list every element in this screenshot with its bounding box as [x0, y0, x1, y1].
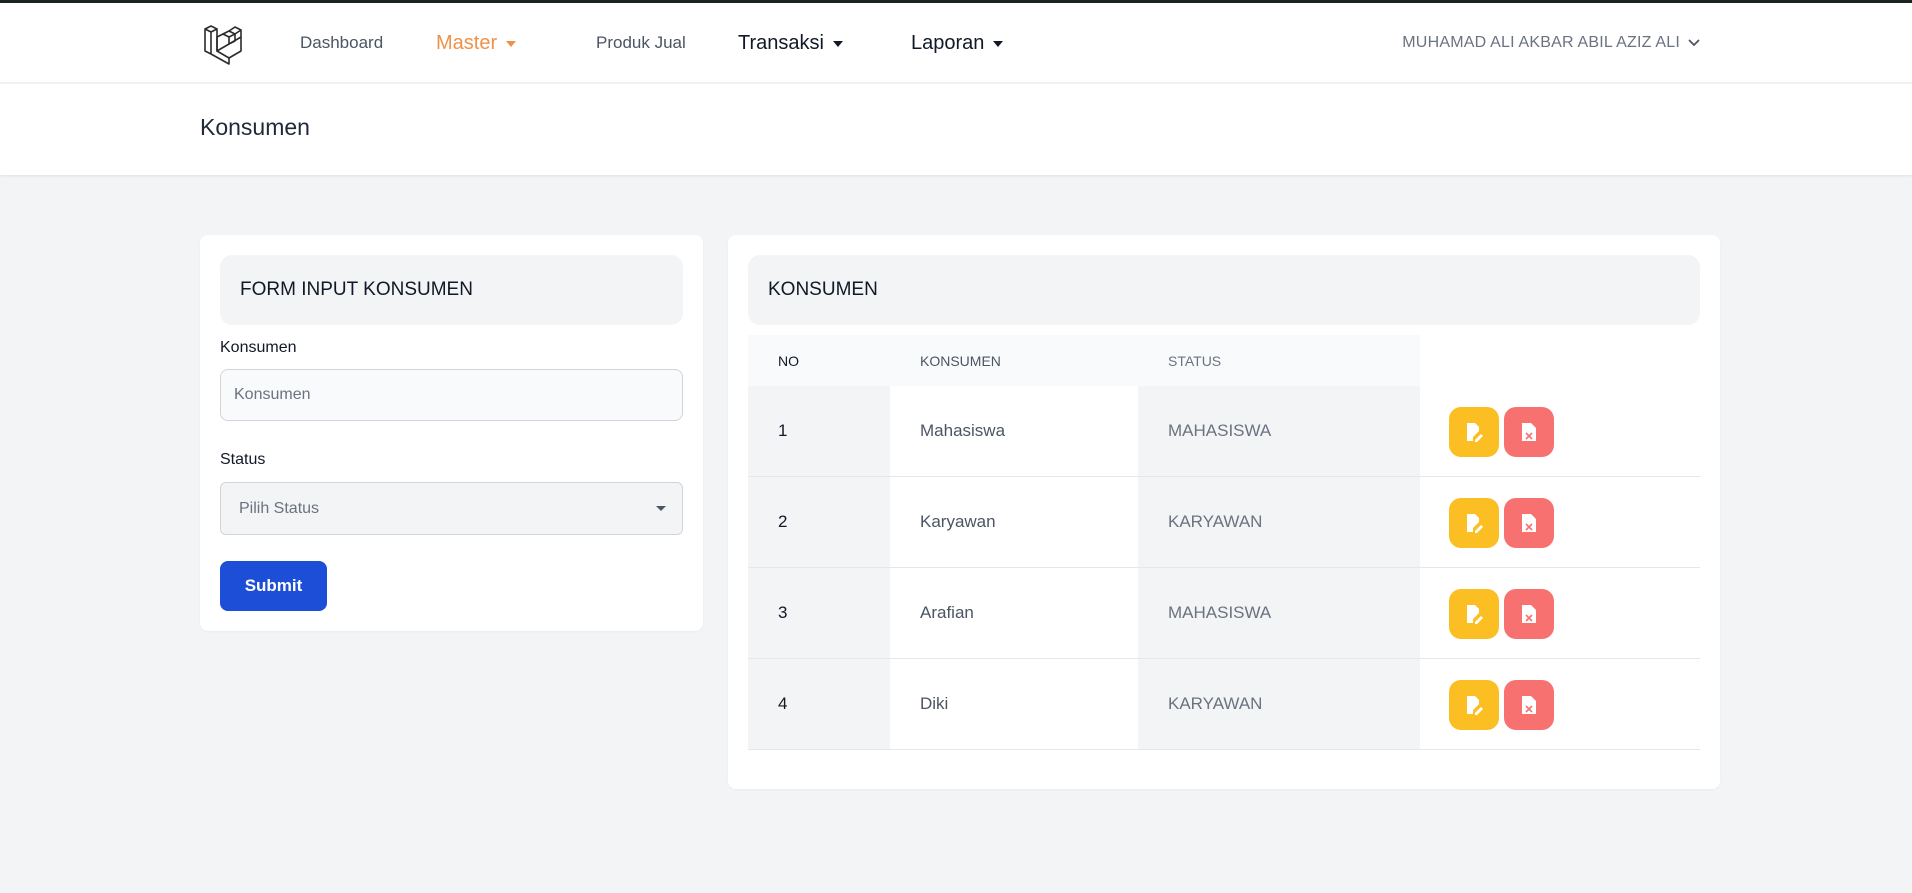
table-row: 4 Diki KARYAWAN	[748, 659, 1700, 750]
cell-konsumen: Mahasiswa	[890, 386, 1138, 476]
nav-master-label: Master	[436, 31, 498, 54]
caret-down-icon	[506, 41, 517, 47]
nav-laporan-label: Laporan	[911, 31, 985, 54]
cell-actions	[1420, 568, 1700, 658]
cell-konsumen: Karyawan	[890, 477, 1138, 567]
file-edit-icon	[1467, 696, 1483, 715]
delete-button[interactable]	[1504, 407, 1554, 457]
edit-button[interactable]	[1449, 498, 1499, 548]
navbar: Dashboard Master Produk Jual Transaksi L…	[0, 3, 1912, 83]
cell-status: KARYAWAN	[1138, 477, 1420, 567]
nav-transaksi-dropdown[interactable]: Transaksi	[738, 3, 843, 83]
file-delete-icon	[1522, 605, 1536, 623]
caret-down-icon	[832, 41, 843, 47]
edit-button[interactable]	[1449, 407, 1499, 457]
header-status: STATUS	[1138, 335, 1420, 386]
table-header: NO KONSUMEN STATUS	[748, 335, 1700, 386]
konsumen-label: Konsumen	[220, 339, 297, 356]
nav-dashboard[interactable]: Dashboard	[300, 3, 383, 83]
delete-button[interactable]	[1504, 680, 1554, 730]
status-select[interactable]: Pilih Status	[220, 482, 683, 535]
nav-transaksi-label: Transaksi	[738, 31, 824, 54]
caret-down-icon	[993, 41, 1004, 47]
header-actions	[1420, 335, 1700, 386]
page-header: Konsumen	[0, 84, 1912, 175]
user-name: MUHAMAD ALI AKBAR ABIL AZIZ ALI	[1402, 34, 1680, 51]
laravel-logo-icon[interactable]	[203, 23, 243, 65]
nav-produk-jual[interactable]: Produk Jual	[596, 3, 686, 83]
cell-konsumen: Diki	[890, 659, 1138, 749]
nav-master-dropdown[interactable]: Master	[436, 3, 517, 83]
nav-produk-jual-label: Produk Jual	[596, 33, 686, 52]
cell-no: 2	[748, 477, 890, 567]
edit-button[interactable]	[1449, 680, 1499, 730]
cell-status: KARYAWAN	[1138, 659, 1420, 749]
page-title: Konsumen	[200, 114, 310, 140]
status-select-value: Pilih Status	[239, 499, 320, 517]
cell-konsumen: Arafian	[890, 568, 1138, 658]
file-edit-icon	[1467, 605, 1483, 624]
cell-actions	[1420, 386, 1700, 476]
header-konsumen: KONSUMEN	[890, 335, 1138, 386]
file-delete-icon	[1522, 514, 1536, 532]
cell-no: 4	[748, 659, 890, 749]
cell-actions	[1420, 477, 1700, 567]
caret-down-icon	[656, 506, 666, 511]
user-menu[interactable]: MUHAMAD ALI AKBAR ABIL AZIZ ALI	[1402, 3, 1700, 83]
file-delete-icon	[1522, 696, 1536, 714]
file-edit-icon	[1467, 423, 1483, 442]
cell-actions	[1420, 659, 1700, 749]
delete-button[interactable]	[1504, 498, 1554, 548]
cell-no: 3	[748, 568, 890, 658]
table-row: 1 Mahasiswa MAHASISWA	[748, 386, 1700, 477]
submit-button[interactable]: Submit	[220, 561, 327, 611]
status-label: Status	[220, 451, 266, 468]
edit-button[interactable]	[1449, 589, 1499, 639]
delete-button[interactable]	[1504, 589, 1554, 639]
cell-status: MAHASISWA	[1138, 386, 1420, 476]
table-title: KONSUMEN	[748, 255, 1700, 325]
table-row: 2 Karyawan KARYAWAN	[748, 477, 1700, 568]
cell-no: 1	[748, 386, 890, 476]
konsumen-table-card: KONSUMEN NO KONSUMEN STATUS 1 Mahasiswa …	[728, 235, 1720, 789]
nav-laporan-dropdown[interactable]: Laporan	[911, 3, 1004, 83]
konsumen-input[interactable]	[220, 369, 683, 421]
file-delete-icon	[1522, 423, 1536, 441]
header-no: NO	[748, 335, 890, 386]
form-title: FORM INPUT KONSUMEN	[220, 255, 683, 325]
file-edit-icon	[1467, 514, 1483, 533]
form-card: FORM INPUT KONSUMEN Konsumen Status Pili…	[200, 235, 703, 631]
nav-dashboard-label: Dashboard	[300, 33, 384, 52]
chevron-down-icon	[1688, 39, 1700, 47]
cell-status: MAHASISWA	[1138, 568, 1420, 658]
table-row: 3 Arafian MAHASISWA	[748, 568, 1700, 659]
